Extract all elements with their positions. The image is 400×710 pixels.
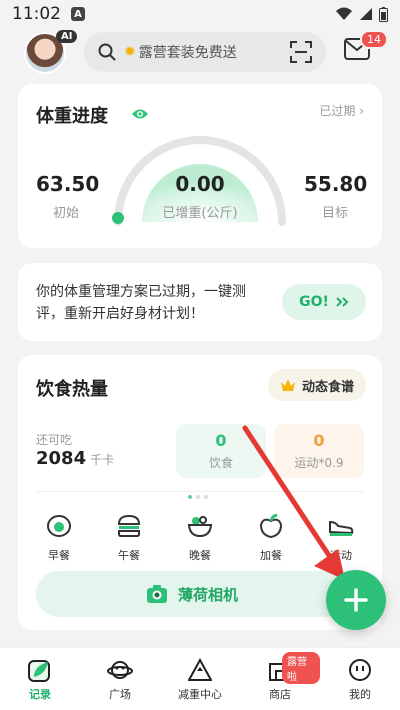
camera-icon	[146, 585, 167, 603]
weight-progress-card[interactable]: 体重进度 已过期 › 63.50 初始 0.00 已增重(公斤) 55.80 目…	[18, 84, 382, 248]
intake-value: 0	[215, 431, 227, 450]
nav-square[interactable]: 广场	[80, 648, 160, 710]
nav-label: 记录	[29, 688, 51, 701]
exercise-value: 0	[313, 431, 325, 450]
plan-expired-message: 你的体重管理方案已过期，一键测评，重新开启好身材计划！	[36, 284, 246, 322]
gauge-progress-dot	[112, 212, 124, 224]
nav-mine[interactable]: 我的	[320, 648, 400, 710]
nav-store[interactable]: 露营啦 商店	[240, 648, 320, 710]
meal-label: 晚餐	[189, 549, 211, 562]
mail-badge: 14	[360, 30, 388, 49]
meal-breakfast[interactable]: 早餐	[37, 513, 81, 563]
go-button-label: GO!	[299, 294, 329, 310]
eye-icon[interactable]	[131, 107, 149, 121]
meal-label: 午餐	[118, 549, 140, 562]
meal-snack[interactable]: 加餐	[249, 513, 293, 563]
add-button[interactable]	[326, 570, 386, 630]
nav-label: 广场	[109, 688, 131, 701]
burger-icon	[117, 514, 141, 537]
shoe-icon	[329, 520, 354, 536]
target-weight-value: 55.80	[304, 172, 368, 196]
meal-label: 运动	[330, 549, 352, 562]
intake-label: 饮食	[208, 456, 233, 470]
exercise-stat[interactable]: 0 运动*0.9	[274, 424, 364, 478]
page-dot	[204, 495, 208, 499]
bottom-nav: 记录 广场 减重中心 露营啦 商店 我的	[0, 647, 400, 710]
nav-weight-center[interactable]: 减重中心	[160, 648, 240, 710]
nav-record[interactable]: 记录	[0, 648, 80, 710]
bowl-icon	[187, 516, 213, 538]
intake-stat[interactable]: 0 饮食	[176, 424, 266, 478]
top-bar: AI ✹ 露营套装免费送 14	[0, 28, 400, 76]
nav-label: 我的	[349, 688, 371, 701]
face-icon	[349, 659, 371, 681]
search-placeholder-text: 露营套装免费送	[138, 45, 237, 61]
page-indicator	[188, 495, 208, 499]
search-bar[interactable]: ✹ 露营套装免费送	[84, 32, 326, 72]
remaining-unit: 千卡	[90, 453, 115, 467]
meal-label: 早餐	[48, 549, 70, 562]
signal-icon	[360, 8, 372, 20]
notification-icon: A	[71, 7, 85, 21]
battery-icon	[379, 6, 388, 22]
crown-icon	[280, 379, 295, 391]
remaining-value: 2084	[36, 448, 87, 469]
meal-lunch[interactable]: 午餐	[107, 513, 151, 563]
apple-icon	[259, 513, 283, 539]
remaining-calories: 2084 千卡	[36, 448, 114, 469]
go-button[interactable]: GO!	[282, 284, 366, 320]
search-icon	[98, 43, 116, 61]
ai-badge: AI	[56, 30, 78, 43]
search-placeholder: ✹ 露营套装免费送	[124, 42, 237, 62]
status-indicators	[335, 6, 388, 22]
gained-weight-value: 0.00	[175, 172, 225, 196]
diet-card-title: 饮食热量	[36, 379, 108, 400]
start-weight-label: 初始	[52, 206, 79, 221]
egg-icon	[47, 515, 71, 537]
plus-icon	[344, 588, 368, 612]
mint-camera-button[interactable]: 薄荷相机	[36, 571, 348, 617]
meal-dinner[interactable]: 晚餐	[178, 513, 222, 563]
leaf-icon	[28, 660, 50, 682]
remaining-label: 还可吃	[36, 433, 73, 447]
page-dot	[196, 495, 200, 499]
sun-icon: ✹	[124, 44, 136, 60]
dynamic-recipe-button[interactable]: 动态食谱	[267, 369, 366, 401]
divider	[36, 491, 364, 492]
nav-label: 商店	[269, 688, 291, 701]
wifi-icon	[336, 7, 352, 20]
page-dot	[188, 495, 192, 499]
triangle-icon	[188, 658, 212, 681]
status-bar: 11:02 A	[0, 0, 400, 28]
start-weight-value: 63.50	[36, 172, 100, 196]
weight-status-text: 已过期	[319, 104, 356, 118]
dynamic-recipe-label: 动态食谱	[301, 379, 354, 395]
planet-icon	[107, 661, 133, 679]
status-time: 11:02	[12, 4, 61, 24]
weight-status-link[interactable]: 已过期 ›	[319, 102, 364, 119]
gained-weight-label: 已增重(公斤)	[162, 206, 238, 221]
exercise-label: 运动*0.9	[294, 456, 344, 470]
plan-expired-card[interactable]: 你的体重管理方案已过期，一键测评，重新开启好身材计划！ GO!	[18, 263, 382, 341]
weight-card-title: 体重进度	[36, 106, 108, 127]
double-chevron-icon	[336, 297, 349, 307]
mint-camera-label: 薄荷相机	[177, 585, 238, 604]
scan-icon[interactable]	[290, 41, 312, 63]
meal-exercise[interactable]: 运动	[319, 513, 363, 563]
store-badge: 露营啦	[282, 652, 320, 684]
meal-label: 加餐	[260, 549, 282, 562]
nav-label: 减重中心	[178, 688, 222, 701]
target-weight-label: 目标	[321, 206, 348, 221]
